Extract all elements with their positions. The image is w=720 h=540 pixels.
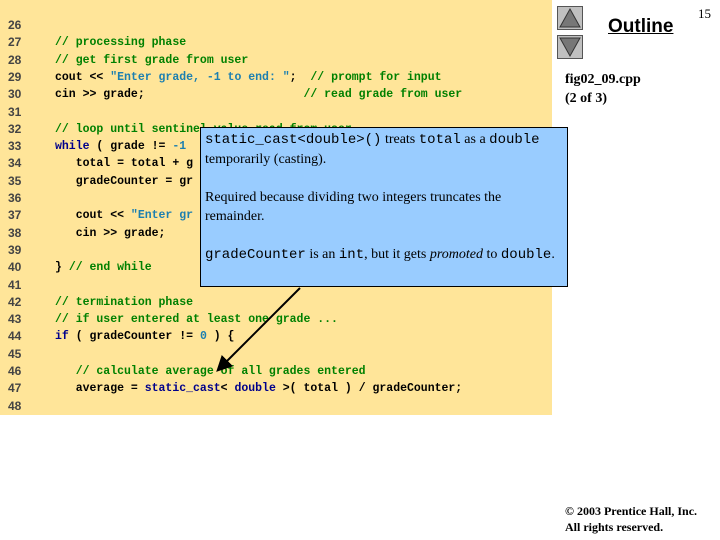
copyright: © 2003 Prentice Hall, Inc. All rights res… [565,503,697,535]
next-slide-button[interactable] [557,35,583,59]
outline-title[interactable]: Outline [608,16,673,38]
down-arrow-icon [559,37,581,58]
file-name: fig02_09.cpp [565,72,641,87]
page-number: 15 [698,6,711,21]
previous-slide-button[interactable] [557,6,583,30]
copyright-line: © 2003 Prentice Hall, Inc. [565,504,698,518]
file-label: fig02_09.cpp (2 of 3) [565,70,641,108]
file-part: (2 of 3) [565,91,607,106]
copyright-line: All rights reserved. [565,520,664,534]
up-arrow-icon [559,7,581,28]
